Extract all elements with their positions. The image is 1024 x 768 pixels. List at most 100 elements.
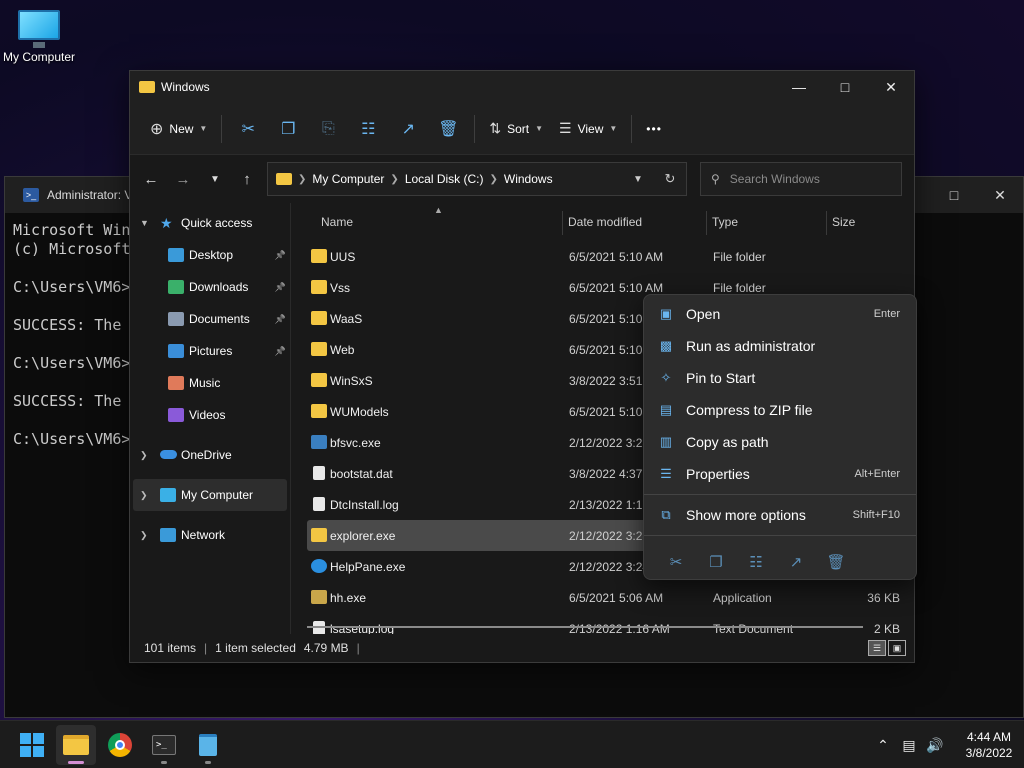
column-name[interactable]: Name [321,215,353,229]
volume-icon[interactable]: 🔊 [922,737,948,754]
delete-icon[interactable]: 🗑 [816,546,856,578]
menu-item-label: Compress to ZIP file [686,402,813,418]
start-button[interactable] [12,725,52,765]
details-view-icon[interactable]: ☰ [868,640,886,656]
toolbar-divider [221,114,223,143]
sidebar-item-documents[interactable]: Documents 📌 [130,303,290,335]
pin-icon[interactable]: 📌 [275,346,286,357]
cut-icon[interactable]: ✂ [228,113,268,145]
sidebar-item-quick-access[interactable]: ▼ ★ Quick access [130,207,290,239]
close-icon[interactable]: ✕ [977,177,1023,213]
column-size[interactable]: Size [832,215,855,229]
sidebar-item-videos[interactable]: Videos [130,399,290,431]
forward-arrow-icon[interactable]: → [167,163,199,195]
menu-item-show-more-options[interactable]: ⧉ Show more options Shift+F10 [644,499,916,531]
copy-icon[interactable]: ❐ [268,113,308,145]
desktop-my-computer[interactable]: My Computer [2,10,76,64]
breadcrumb-my-computer[interactable]: My Computer [312,172,384,186]
maximize-icon[interactable]: □ [931,177,977,213]
delete-icon[interactable]: 🗑 [428,113,468,145]
explorer-titlebar[interactable]: Windows — □ ✕ [130,71,914,103]
more-button[interactable]: ••• [638,113,670,145]
column-divider[interactable] [826,211,827,235]
document-icon [313,497,325,511]
file-name: WUModels [330,405,389,419]
paste-icon[interactable]: ⎘ [308,113,348,145]
file-row[interactable]: UUS 6/5/2021 5:10 AM File folder [291,241,914,272]
column-divider[interactable] [562,211,563,235]
column-divider[interactable] [706,211,707,235]
pin-icon[interactable]: 📌 [275,282,286,293]
terminal-tab[interactable]: >_ Administrator: V [13,177,142,213]
sort-button[interactable]: ⇅ Sort ▼ [481,113,551,145]
menu-item-run-as-administrator[interactable]: ▩ Run as administrator [644,330,916,362]
pin-icon[interactable]: 📌 [275,314,286,325]
sidebar-item-onedrive[interactable]: ❯ OneDrive [130,439,290,471]
sidebar-item-network[interactable]: ❯ Network [130,519,290,551]
address-history-chevron-icon[interactable]: ▼ [622,163,654,195]
share-icon[interactable]: ↗ [776,546,816,578]
file-row[interactable]: hh.exe 6/5/2021 5:06 AM Application 36 KB [291,582,914,613]
sidebar-item-music[interactable]: Music [130,367,290,399]
address-bar[interactable]: ❯ My Computer ❯ Local Disk (C:) ❯ Window… [267,162,687,196]
menu-item-open[interactable]: ▣ Open Enter [644,298,916,330]
chevron-right-icon: ❯ [390,173,399,185]
rename-icon[interactable]: ☷ [348,113,388,145]
folder-icon [63,735,89,755]
sidebar-item-desktop[interactable]: Desktop 📌 [130,239,290,271]
file-row[interactable]: lsasetup.log 2/13/2022 1:16 AM Text Docume… [291,613,914,634]
up-arrow-icon[interactable]: ↑ [231,163,263,195]
file-date: 2/12/2022 3:23 [569,529,650,543]
view-button[interactable]: ☰ View ▼ [551,113,625,145]
taskbar-notepad[interactable] [188,725,228,765]
notepad-icon [199,734,217,756]
rename-icon[interactable]: ☷ [736,546,776,578]
network-tray-icon[interactable]: ▤ [896,737,922,754]
application-icon [311,435,327,449]
sidebar-item-my-computer[interactable]: ❯ My Computer [133,479,287,511]
taskbar-file-explorer[interactable] [56,725,96,765]
help-icon [311,559,327,573]
chevron-up-icon[interactable]: ⌃ [870,737,896,754]
pin-icon[interactable]: 📌 [275,250,286,261]
clock[interactable]: 4:44 AM 3/8/2022 [954,729,1024,761]
maximize-button[interactable]: □ [822,71,868,103]
menu-item-pin-to-start[interactable]: ✧ Pin to Start [644,362,916,394]
taskbar-terminal[interactable]: >_ [144,725,184,765]
status-separator: | [204,641,208,655]
chevron-right-icon: ❯ [298,173,307,185]
window-title: Windows [161,80,210,94]
search-box[interactable]: ⚲ [700,162,902,196]
breadcrumb-local-disk[interactable]: Local Disk (C:) [405,172,484,186]
menu-item-compress-to-zip-file[interactable]: ▤ Compress to ZIP file [644,394,916,426]
clock-time: 4:44 AM [966,730,1012,744]
horizontal-scrollbar[interactable] [307,626,863,628]
tiles-view-icon[interactable]: ▣ [888,640,906,656]
folder-icon [311,280,327,294]
taskbar-chrome[interactable] [100,725,140,765]
breadcrumb-windows[interactable]: Windows [504,172,553,186]
share-icon[interactable]: ↗ [388,113,428,145]
cut-icon[interactable]: ✂ [656,546,696,578]
copy-icon[interactable]: ❐ [696,546,736,578]
close-button[interactable]: ✕ [868,71,914,103]
search-input[interactable] [729,172,890,186]
minimize-button[interactable]: — [776,71,822,103]
refresh-icon[interactable]: ↻ [654,163,686,195]
sidebar-item-pictures[interactable]: Pictures 📌 [130,335,290,367]
menu-item-copy-as-path[interactable]: ▥ Copy as path [644,426,916,458]
file-name: UUS [330,250,356,264]
plus-circle-icon: ⊕ [150,120,164,138]
back-arrow-icon[interactable]: ← [135,163,167,195]
recent-locations-chevron-icon[interactable]: ▼ [199,163,231,195]
new-button[interactable]: ⊕ New ▼ [142,113,215,145]
sidebar-item-downloads[interactable]: Downloads 📌 [130,271,290,303]
column-date[interactable]: Date modified [568,215,642,229]
menu-separator [644,535,916,536]
file-type: Text Document [713,622,794,634]
menu-item-properties[interactable]: ☰ Properties Alt+Enter [644,458,916,490]
column-type[interactable]: Type [712,215,738,229]
file-type: File folder [713,281,766,295]
file-date: 6/5/2021 5:06 AM [569,591,664,605]
file-size: 36 KB [867,591,900,605]
